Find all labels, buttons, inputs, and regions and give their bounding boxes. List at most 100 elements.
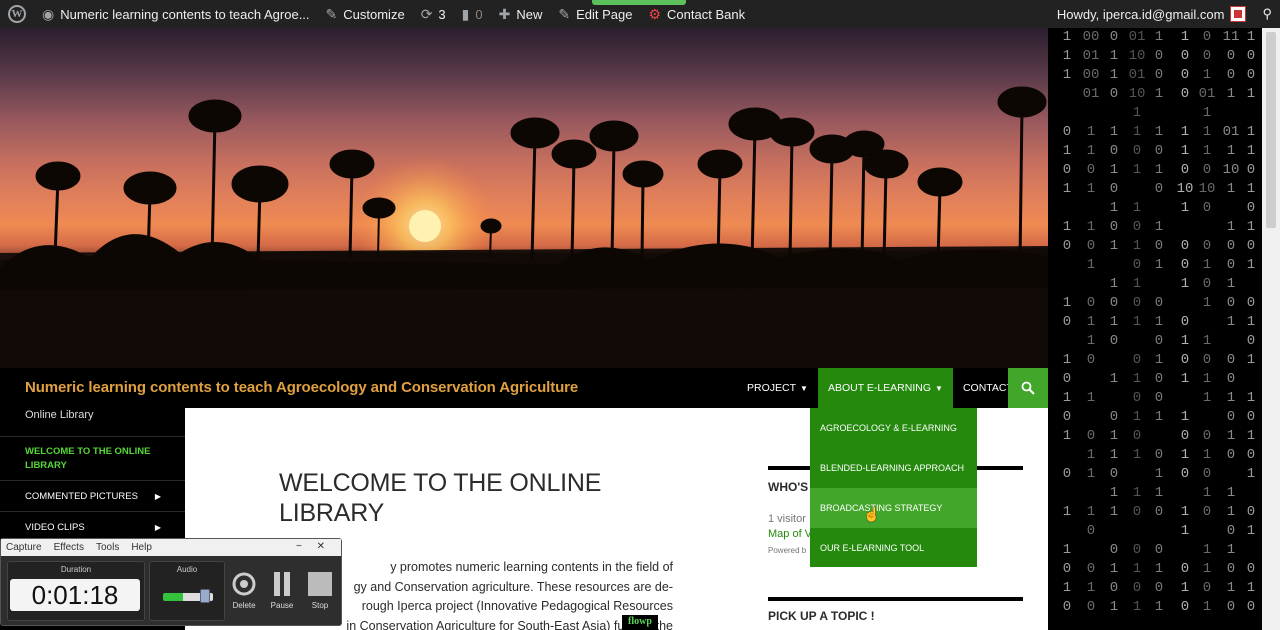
dropdown-item-blended-learning[interactable]: BLENDED-LEARNING APPROACH (810, 448, 977, 488)
plus-icon: ✚ (498, 5, 511, 22)
caret-down-icon: ▼ (935, 383, 943, 393)
search-icon: ⚲ (1262, 6, 1272, 21)
admin-bar-indicator (592, 0, 686, 5)
pause-icon (269, 571, 295, 597)
sidebar-menu: WELCOME TO THE ONLINE LIBRARY COMMENTED … (0, 436, 185, 542)
updates-link[interactable]: ⟳ 3 (413, 0, 454, 28)
matrix-column: 1 0 0 0 1 1 0 10 1 0 0 1 0 1 0 1 1 0 1 0… (1176, 29, 1194, 615)
audio-panel: Audio (149, 561, 225, 621)
sidebar-item-label: WELCOME TO THE ONLINE LIBRARY (25, 445, 151, 471)
new-content-menu[interactable]: ✚ New (491, 0, 551, 28)
wordpress-icon: W (8, 5, 26, 23)
nav-label-about: ABOUT E-LEARNING (827, 382, 932, 394)
dropdown-item-e-learning-tool[interactable]: OUR E-LEARNING TOOL (810, 528, 977, 568)
dropdown-item-label: OUR E-LEARNING TOOL (820, 543, 925, 553)
matrix-background: 1 1 1 0 1 0 1 1 0 1 0 1 0 1 0 1 0 1 1 0 … (1048, 28, 1262, 630)
dropdown-item-label: BROADCASTING STRATEGY (820, 503, 943, 513)
new-label: New (516, 6, 543, 22)
scrollbar-thumb[interactable] (1266, 32, 1276, 228)
duration-label: Duration (60, 565, 92, 574)
screen: { "adminbar": { "site_name": "Numeric le… (0, 0, 1280, 630)
duration-display: 0:01:18 (10, 579, 140, 611)
stop-label: Stop (311, 601, 329, 610)
wordpress-logo-menu[interactable]: W (0, 0, 34, 28)
visitor-count: 1 visitor (768, 513, 806, 525)
avatar (1230, 6, 1247, 22)
pencil-icon: ✎ (558, 5, 571, 22)
matrix-column: 1 0 0 1 1 1 0 1 0 1 0 1 0 1 0 1 1 0 1 0 … (1246, 29, 1256, 615)
delete-button[interactable]: Delete (229, 571, 259, 617)
nav-item-project[interactable]: PROJECT ▼ (737, 368, 818, 408)
howdy-label: Howdy, iperca.id@gmail.com (1056, 6, 1225, 22)
comments-count: 0 (475, 6, 483, 22)
stop-button[interactable]: Stop (305, 571, 335, 617)
header-image (0, 28, 1048, 368)
powered-by-text: Powered b (768, 546, 807, 555)
sidebar-item-label: COMMENTED PICTURES (25, 490, 138, 502)
dashboard-icon: ◉ (42, 5, 55, 22)
audio-label: Audio (176, 565, 198, 574)
sidebar-item-commented-pictures[interactable]: COMMENTED PICTURES ▶ (0, 480, 185, 511)
matrix-column: 0 1 1 0 1 0 1 0 1 0 1 1 0 1 0 1 0 1 1 0 … (1109, 29, 1119, 615)
dropdown-item-agroecology[interactable]: AGROECOLOGY & E-LEARNING (810, 408, 977, 448)
flowp-badge: flowp (622, 615, 658, 630)
pause-label: Pause (270, 601, 294, 610)
site-name-label: Numeric learning contents to teach Agroe… (60, 6, 310, 22)
minimize-icon[interactable]: − (296, 541, 302, 552)
matrix-column: 11 0 0 1 01 1 10 1 1 0 0 1 0 1 0 0 1 0 1… (1222, 29, 1240, 615)
search-toggle-button[interactable] (1008, 368, 1048, 408)
matrix-column: 0 0 1 01 1 1 1 0 10 0 0 1 0 1 1 0 1 1 0 … (1198, 29, 1216, 615)
site-description: Online Library (25, 409, 94, 421)
customize-label: Customize (343, 6, 405, 22)
matrix-column: 1 0 0 1 1 0 1 0 1 0 1 0 1 0 1 0 0 1 0 1 … (1154, 29, 1164, 615)
stop-icon (307, 571, 333, 597)
contact-bank-label: Contact Bank (667, 6, 746, 22)
visitor-map-link[interactable]: Map of V (768, 528, 812, 540)
caret-right-icon: ▶ (154, 522, 161, 532)
matrix-column: 01 10 01 10 1 1 0 1 1 0 1 0 1 0 1 0 1 0 … (1128, 29, 1146, 615)
sunset-palm-trees-image (0, 86, 1048, 368)
brush-icon: ✎ (325, 5, 338, 22)
site-title-link[interactable]: Numeric learning contents to teach Agroe… (25, 379, 578, 396)
caret-down-icon: ▼ (800, 383, 808, 393)
dropdown-item-label: AGROECOLOGY & E-LEARNING (820, 423, 957, 433)
search-icon (1021, 381, 1035, 395)
comment-icon: ▮ (461, 5, 470, 22)
widget-title-whos: WHO'S (768, 480, 809, 494)
delete-icon (231, 571, 257, 597)
about-e-learning-dropdown: AGROECOLOGY & E-LEARNING BLENDED-LEARNIN… (810, 408, 977, 567)
admin-search-button[interactable]: ⚲ (1254, 0, 1280, 28)
dropdown-item-label: BLENDED-LEARNING APPROACH (820, 463, 965, 473)
menu-tools[interactable]: Tools (96, 542, 119, 553)
delete-label: Delete (232, 601, 256, 610)
contact-bank-icon: ⚙ (648, 5, 662, 22)
nav-item-about-e-learning[interactable]: ABOUT E-LEARNING ▼ (817, 368, 953, 408)
refresh-icon: ⟳ (420, 5, 433, 22)
comments-link[interactable]: ▮ 0 (454, 0, 491, 28)
sidebar-item-welcome[interactable]: WELCOME TO THE ONLINE LIBRARY (0, 436, 185, 480)
menu-capture[interactable]: Capture (6, 542, 42, 553)
caret-right-icon: ▶ (154, 491, 161, 501)
menu-help[interactable]: Help (131, 542, 152, 553)
matrix-column: 00 01 00 01 1 1 0 1 1 0 1 0 1 1 0 1 0 1 … (1082, 29, 1100, 615)
nav-label-project: PROJECT (747, 382, 797, 394)
recorder-window-buttons: − ✕ (296, 541, 337, 552)
recorder-menubar: Capture Effects Tools Help − ✕ (1, 539, 341, 556)
matrix-column: 1 1 1 0 1 0 1 1 0 1 0 1 0 1 0 1 0 1 1 0 … (1062, 29, 1072, 615)
page-title: WELCOME TO THE ONLINE LIBRARY (279, 469, 602, 527)
sidebar-item-label: VIDEO CLIPS (25, 521, 85, 533)
close-icon[interactable]: ✕ (317, 541, 325, 552)
customize-link[interactable]: ✎ Customize (318, 0, 413, 28)
widget-divider (768, 597, 1023, 601)
audio-slider-handle[interactable] (200, 589, 210, 603)
dropdown-item-broadcasting[interactable]: BROADCASTING STRATEGY (810, 488, 977, 528)
hand-cursor-icon: ☝ (863, 506, 881, 522)
updates-count: 3 (438, 6, 446, 22)
account-menu[interactable]: Howdy, iperca.id@gmail.com (1049, 0, 1255, 28)
primary-nav: PROJECT ▼ ABOUT E-LEARNING ▼ CONTACT US (737, 368, 1040, 408)
pause-button[interactable]: Pause (267, 571, 297, 617)
widget-title-topic: PICK UP A TOPIC ! (768, 609, 875, 623)
site-name-menu[interactable]: ◉ Numeric learning contents to teach Agro… (34, 0, 318, 28)
menu-effects[interactable]: Effects (54, 542, 84, 553)
edit-page-label: Edit Page (576, 6, 633, 22)
